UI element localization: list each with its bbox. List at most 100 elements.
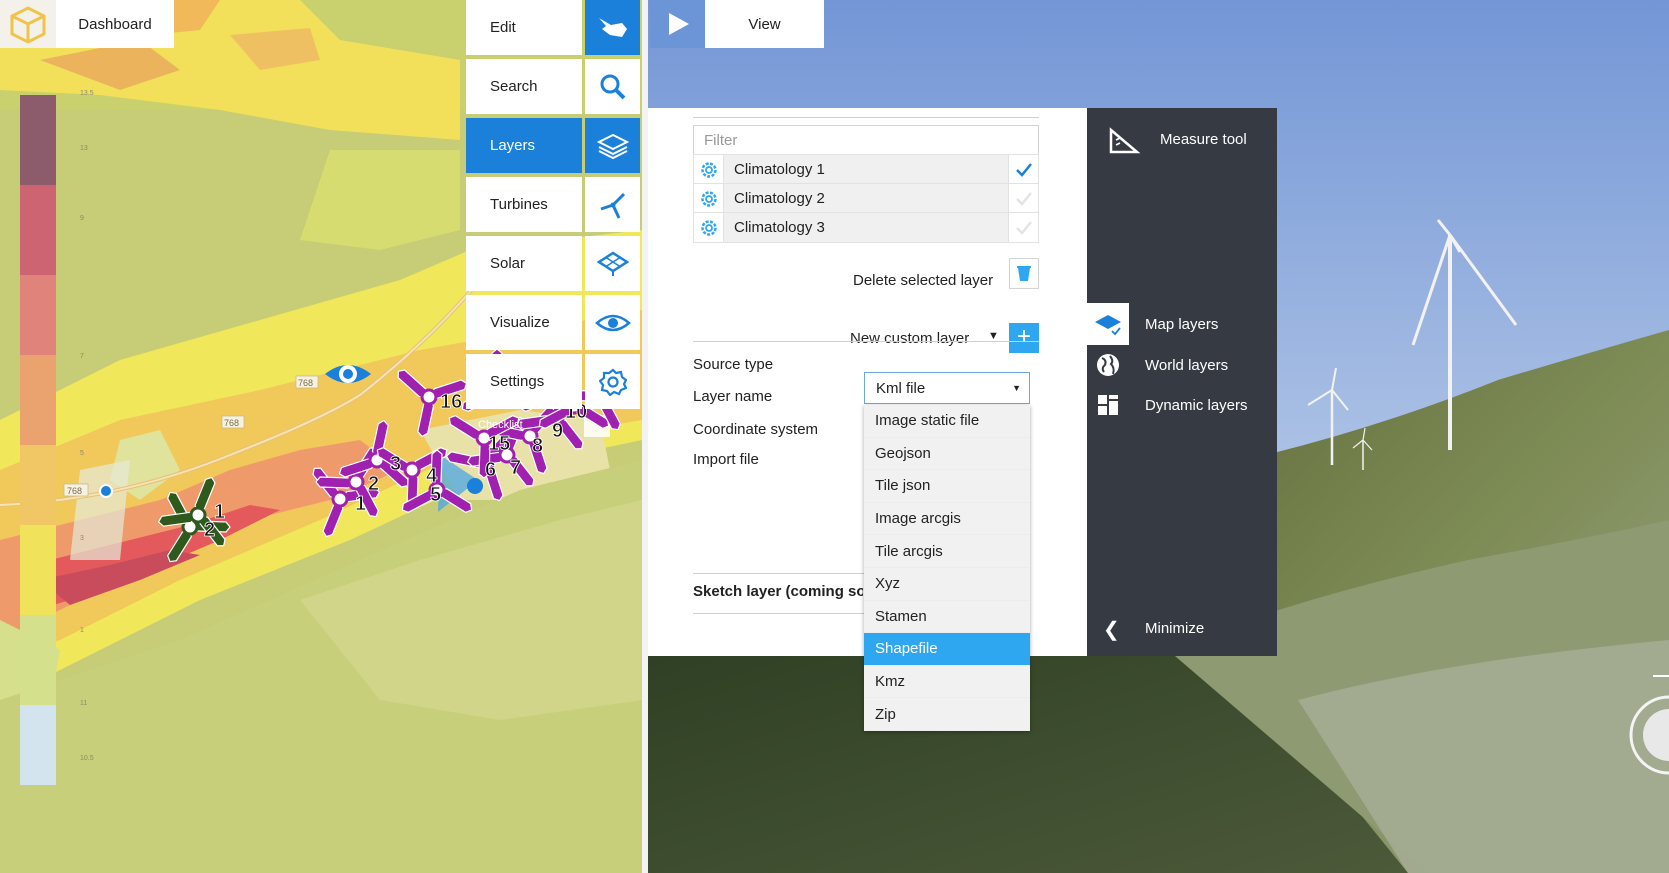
layer-row-climatology-2[interactable]: Climatology 2 (693, 183, 1039, 214)
turbine-number-label: 2 (204, 519, 215, 541)
turbine-number-label: 6 (485, 459, 496, 481)
option-stamen[interactable]: Stamen (864, 600, 1030, 634)
legend-tick-label: 1 (80, 627, 84, 634)
option-tile-json[interactable]: Tile json (864, 470, 1030, 503)
divider (693, 573, 868, 574)
menu-item-label: Solar (466, 236, 582, 291)
world-layers-button[interactable]: World layers (1087, 344, 1277, 386)
play-button[interactable] (650, 0, 705, 48)
main-menu: Edit Search Layers Turbines Solar Visual… (466, 0, 642, 413)
chevron-left-icon: ❮ (1103, 619, 1120, 641)
dashboard-label: Dashboard (78, 15, 152, 33)
source-type-label: Source type (693, 356, 774, 373)
gear-icon[interactable] (694, 184, 724, 213)
minimize-button[interactable]: ❮ Minimize (1087, 615, 1277, 645)
layer-row-climatology-3[interactable]: Climatology 3 (693, 212, 1039, 243)
trash-icon (1017, 265, 1031, 281)
menu-item-solar[interactable]: Solar (466, 236, 642, 295)
solar-panel-icon[interactable] (585, 236, 640, 291)
measure-tool-label[interactable]: Measure tool (1160, 131, 1247, 148)
turbine-number-label: 15 (488, 433, 510, 455)
source-type-select[interactable]: Kml file ▼ (864, 372, 1030, 404)
gear-icon[interactable] (585, 354, 640, 409)
measure-tool-icon[interactable] (1107, 126, 1141, 156)
view-label: View (748, 15, 781, 33)
legend-tick-label: 11 (80, 700, 87, 707)
option-kmz[interactable]: Kmz (864, 665, 1030, 699)
turbine-number-label: 16 (440, 391, 462, 413)
globe-icon (1087, 344, 1129, 386)
legend-tick-label: 10.5 (80, 755, 94, 762)
legend-tick-label: 7 (80, 353, 84, 360)
legend-tick-label: 3 (80, 535, 84, 542)
checkmark-icon[interactable] (1008, 184, 1038, 213)
delete-layer-label: Delete selected layer (853, 272, 994, 289)
delete-layer-button[interactable] (1009, 258, 1039, 289)
menu-item-label: Search (466, 59, 582, 114)
map-annotation: Checklist (478, 419, 523, 431)
add-layer-button[interactable]: + (1009, 323, 1039, 353)
minimize-label: Minimize (1145, 620, 1205, 637)
option-image-static-file[interactable]: Image static file (864, 405, 1030, 438)
source-type-options: Image static file Geojson Tile json Imag… (864, 405, 1030, 731)
menu-item-label: Settings (466, 354, 582, 409)
option-tile-arcgis[interactable]: Tile arcgis (864, 535, 1030, 568)
option-geojson[interactable]: Geojson (864, 437, 1030, 471)
turbine-number-label: 8 (532, 435, 543, 457)
coordinate-system-label: Coordinate system (693, 421, 819, 438)
option-shapefile[interactable]: Shapefile (864, 633, 1030, 666)
road-label: 768 (298, 378, 313, 388)
layer-name-label: Layer name (693, 388, 773, 405)
legend-tick-label: 9 (80, 215, 84, 222)
turbine-icon[interactable] (585, 177, 640, 232)
pointer-icon[interactable] (585, 0, 640, 55)
layer-name: Climatology 3 (734, 219, 825, 236)
menu-item-label: Edit (466, 0, 582, 55)
filter-input[interactable] (693, 125, 1039, 155)
menu-item-settings[interactable]: Settings (466, 354, 642, 413)
gear-icon[interactable] (694, 213, 724, 242)
dashboard-button[interactable]: Dashboard (56, 0, 174, 48)
checkmark-icon[interactable] (1008, 155, 1038, 184)
option-xyz[interactable]: Xyz (864, 567, 1030, 601)
eye-icon[interactable] (585, 295, 640, 350)
menu-item-layers[interactable]: Layers (466, 118, 642, 177)
gear-icon[interactable] (694, 155, 724, 184)
legend-tick-label: 5 (80, 450, 84, 457)
caret-down-icon: ▼ (1012, 383, 1021, 393)
layer-name: Climatology 2 (734, 190, 825, 207)
layer-row-climatology-1[interactable]: Climatology 1 (693, 154, 1039, 185)
import-file-label: Import file (693, 451, 759, 468)
app-logo[interactable] (0, 0, 56, 48)
menu-item-search[interactable]: Search (466, 59, 642, 118)
option-image-arcgis[interactable]: Image arcgis (864, 502, 1030, 536)
cube-logo-icon (10, 6, 46, 44)
checkmark-icon[interactable] (1008, 213, 1038, 242)
menu-item-visualize[interactable]: Visualize (466, 295, 642, 354)
world-layers-label: World layers (1145, 356, 1229, 374)
option-zip[interactable]: Zip (864, 698, 1030, 731)
turbine-marker-green[interactable] (154, 465, 247, 552)
menu-item-label: Layers (466, 118, 582, 173)
menu-item-label: Visualize (466, 295, 582, 350)
legend-tick-label: 13 (80, 145, 88, 152)
menu-item-edit[interactable]: Edit (466, 0, 642, 59)
turbine-number-label: 9 (552, 420, 563, 442)
play-icon (668, 13, 689, 35)
divider (693, 613, 868, 614)
dynamic-layers-icon (1087, 384, 1129, 426)
map-layers-icon (1087, 303, 1129, 345)
search-icon[interactable] (585, 59, 640, 114)
tools-panel: Measure tool Map layers World layers Dyn… (1087, 108, 1277, 656)
menu-item-turbines[interactable]: Turbines (466, 177, 642, 236)
layers-icon[interactable] (585, 118, 640, 173)
view-button[interactable]: View (705, 0, 824, 48)
turbine-number-label: 1 (355, 493, 366, 515)
divider (693, 117, 1039, 118)
legend-tick-label: 13.5 (80, 90, 94, 97)
dynamic-layers-button[interactable]: Dynamic layers (1087, 384, 1277, 426)
map-layers-label: Map layers (1145, 315, 1219, 333)
map-layers-button[interactable]: Map layers (1087, 303, 1277, 345)
sketch-layer-label: Sketch layer (coming soon) (693, 583, 863, 600)
divider (693, 341, 1039, 342)
